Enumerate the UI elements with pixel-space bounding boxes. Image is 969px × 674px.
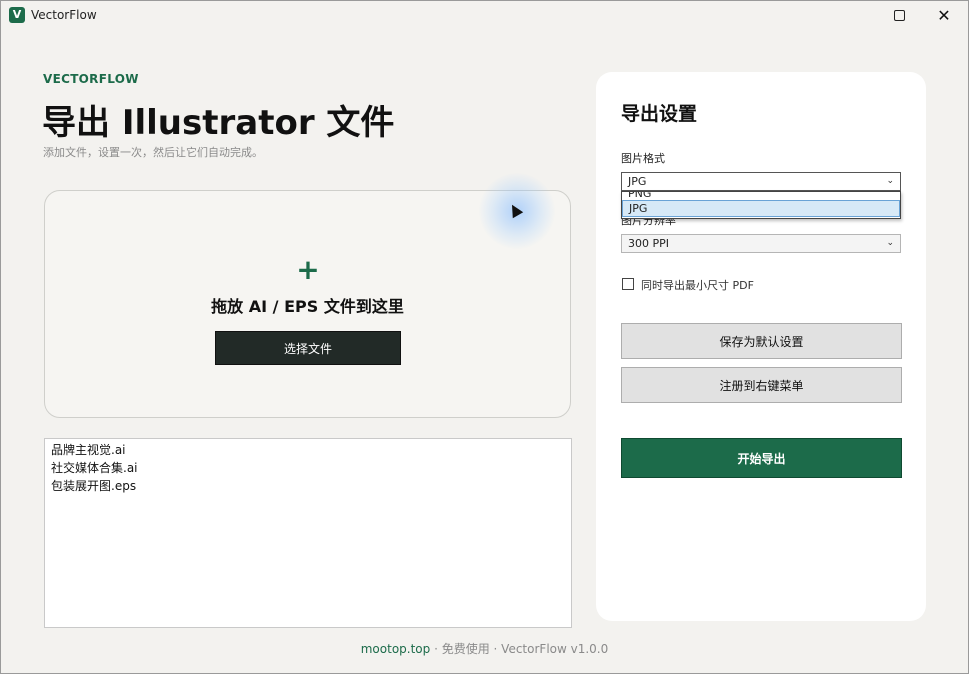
list-item[interactable]: 品牌主视觉.ai xyxy=(45,441,571,459)
format-dropdown-list: PNG JPG xyxy=(621,191,901,219)
title-bar: V VectorFlow ✕ xyxy=(1,1,968,29)
close-button[interactable]: ✕ xyxy=(922,1,966,29)
page-title: 导出 Illustrator 文件 xyxy=(42,103,395,143)
panel-title: 导出设置 xyxy=(621,103,698,125)
list-item[interactable]: 包装展开图.eps xyxy=(45,477,571,495)
footer: mootop.top · 免费使用 · VectorFlow v1.0.0 xyxy=(1,640,968,657)
resolution-select[interactable]: 300 PPI ⌄ xyxy=(621,234,901,253)
dropdown-option-png[interactable]: PNG xyxy=(622,192,900,200)
register-context-menu-button[interactable]: 注册到右键菜单 xyxy=(621,367,902,403)
brand-label: VECTORFLOW xyxy=(43,72,139,86)
choose-file-button[interactable]: 选择文件 xyxy=(215,331,401,365)
maximize-icon xyxy=(893,9,905,21)
file-list[interactable]: 品牌主视觉.ai 社交媒体合集.ai 包装展开图.eps xyxy=(44,438,572,628)
format-select-value: JPG xyxy=(628,175,647,188)
app-window: V VectorFlow ✕ VECTORFLOW 导出 Illustrator… xyxy=(0,0,969,674)
footer-version: VectorFlow v1.0.0 xyxy=(501,642,609,656)
dropdown-option-jpg[interactable]: JPG xyxy=(622,200,900,217)
footer-separator: · xyxy=(489,642,502,656)
app-logo-icon: V xyxy=(9,7,25,23)
close-icon: ✕ xyxy=(937,5,951,25)
pdf-checkbox-label[interactable]: 同时导出最小尺寸 PDF xyxy=(641,277,754,293)
save-default-button[interactable]: 保存为默认设置 xyxy=(621,323,902,359)
format-label: 图片格式 xyxy=(621,152,665,165)
plus-icon: + xyxy=(296,253,320,286)
resolution-select-value: 300 PPI xyxy=(628,237,670,250)
list-item[interactable]: 社交媒体合集.ai xyxy=(45,459,571,477)
page-subtitle: 添加文件，设置一次，然后让它们自动完成。 xyxy=(43,146,263,159)
start-export-button[interactable]: 开始导出 xyxy=(621,438,902,478)
window-title: VectorFlow xyxy=(31,8,97,22)
footer-link[interactable]: mootop.top xyxy=(361,642,431,656)
footer-free-text: 免费使用 xyxy=(441,642,490,656)
chevron-down-icon: ⌄ xyxy=(886,176,894,186)
drop-zone-label: 拖放 AI / EPS 文件到这里 xyxy=(211,297,404,316)
maximize-button[interactable] xyxy=(877,1,921,29)
format-select[interactable]: JPG ⌄ xyxy=(621,172,901,191)
pdf-checkbox[interactable] xyxy=(622,278,634,290)
chevron-down-icon: ⌄ xyxy=(886,238,894,248)
footer-separator: · xyxy=(430,642,442,656)
